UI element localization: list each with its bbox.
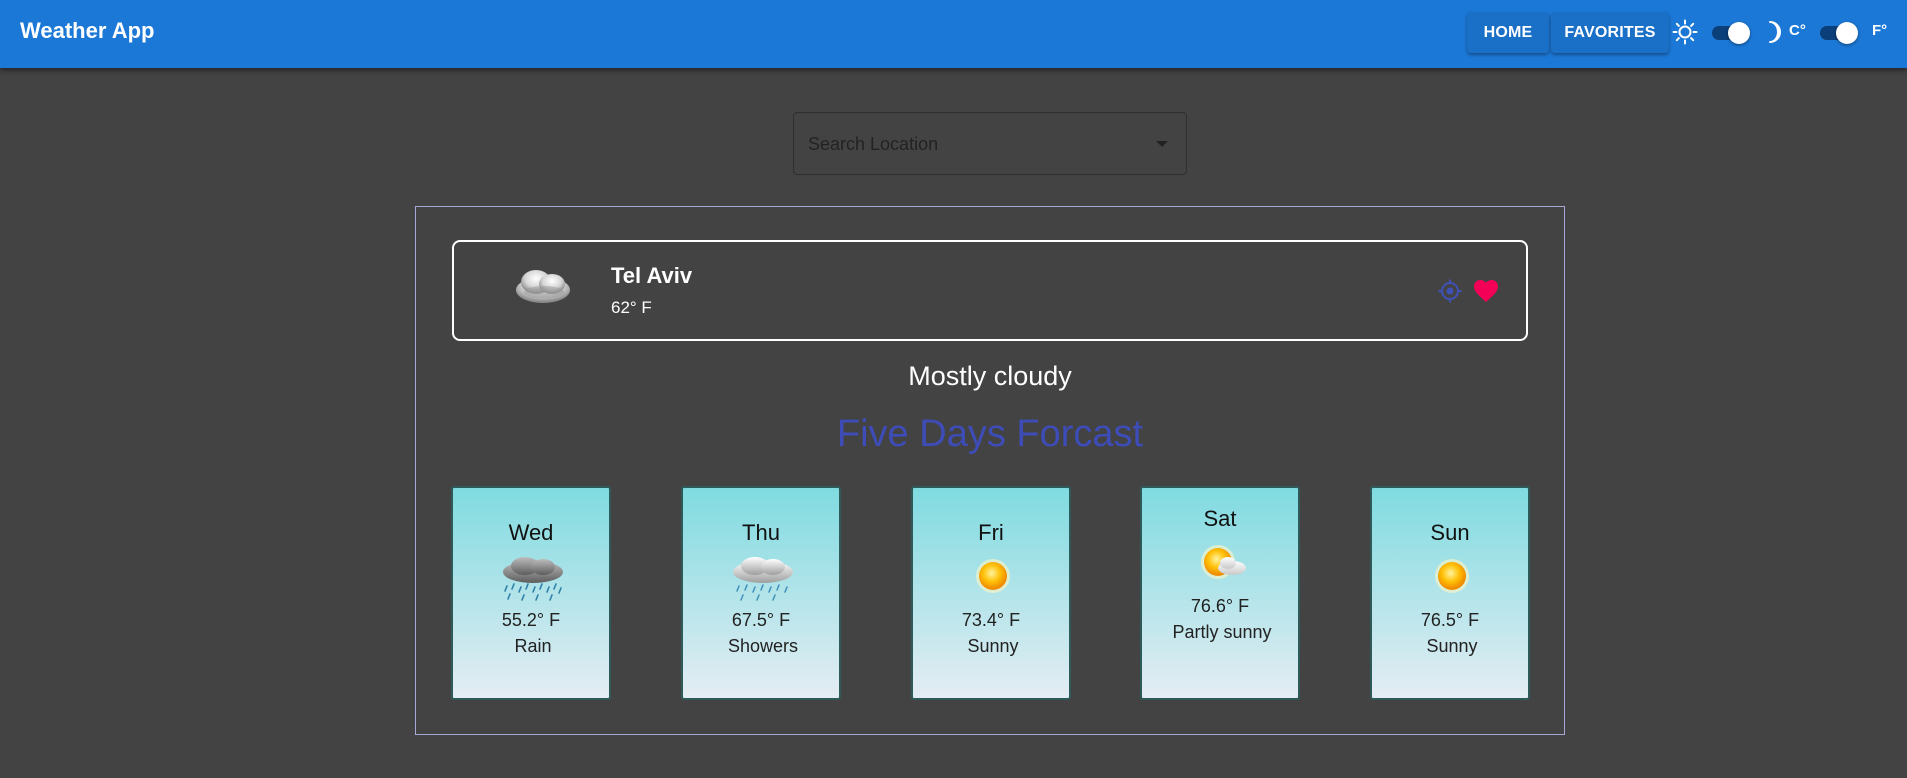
day-temperature: 67.5° F xyxy=(731,610,791,630)
sun-icon xyxy=(1672,19,1698,45)
forecast-day-card: Wed 55.2° F Rain xyxy=(451,486,611,700)
unit-toggle-thumb xyxy=(1836,22,1858,44)
theme-toggle-thumb xyxy=(1728,22,1750,44)
city-name: Tel Aviv xyxy=(611,263,693,288)
forecast-day-card: Fri 73.4° F Sunny xyxy=(911,486,1071,700)
sun-icon xyxy=(976,559,1010,593)
day-name: Sat xyxy=(1203,506,1237,531)
unit-toggle[interactable] xyxy=(1818,21,1862,44)
rain-icon xyxy=(503,557,563,601)
current-weather-card xyxy=(452,240,1528,341)
day-description: Showers xyxy=(727,636,799,656)
day-name: Sun xyxy=(1430,520,1470,545)
fahrenheit-label: F° xyxy=(1872,22,1888,39)
day-temperature: 76.6° F xyxy=(1190,596,1250,616)
favorite-heart-icon[interactable] xyxy=(1473,279,1499,303)
day-description: Sunny xyxy=(967,636,1019,656)
day-temperature: 73.4° F xyxy=(961,610,1021,630)
day-description: Sunny xyxy=(1426,636,1478,656)
celsius-label: C° xyxy=(1789,22,1806,39)
app-bar: Weather App HOME FAVORITES C° F° xyxy=(0,0,1907,68)
home-button[interactable]: HOME xyxy=(1467,12,1549,53)
sun-icon xyxy=(1435,559,1469,593)
day-name: Fri xyxy=(978,520,1004,545)
day-description: Partly sunny xyxy=(1172,622,1272,642)
location-icon[interactable] xyxy=(1438,279,1462,303)
day-temperature: 55.2° F xyxy=(501,610,561,630)
forecast-day-card: Sat 76.6° F Partly sunny xyxy=(1140,486,1300,700)
day-temperature: 76.5° F xyxy=(1420,610,1480,630)
partly-sunny-icon xyxy=(1201,545,1246,579)
moon-icon xyxy=(1769,21,1781,43)
forecast-day-card: Thu 67.5° F Showers xyxy=(681,486,841,700)
forecast-title: Five Days Forcast xyxy=(836,413,1144,455)
search-location[interactable] xyxy=(793,112,1187,175)
theme-toggle[interactable] xyxy=(1710,21,1754,44)
dropdown-arrow-icon[interactable] xyxy=(1156,141,1168,147)
search-input[interactable] xyxy=(808,131,1138,157)
showers-icon xyxy=(733,557,793,601)
day-name: Thu xyxy=(742,520,780,545)
favorites-button[interactable]: FAVORITES xyxy=(1551,12,1669,53)
current-temperature: 62° F xyxy=(611,298,652,317)
mostly-cloudy-icon xyxy=(516,270,570,303)
forecast-day-card: Sun 76.5° F Sunny xyxy=(1370,486,1530,700)
day-description: Rain xyxy=(514,636,552,656)
day-name: Wed xyxy=(508,520,554,545)
current-condition: Mostly cloudy xyxy=(908,361,1072,391)
app-title: Weather App xyxy=(20,18,155,43)
